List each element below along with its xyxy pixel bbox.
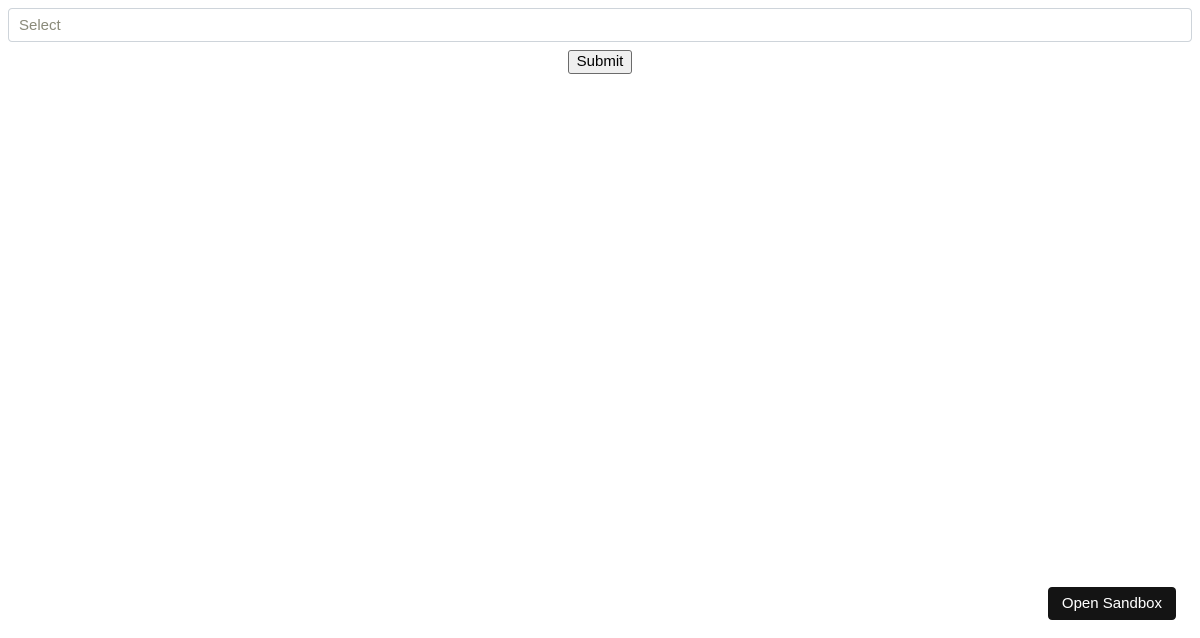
submit-button[interactable]: Submit <box>568 50 633 74</box>
open-sandbox-button[interactable]: Open Sandbox <box>1048 587 1176 620</box>
select-input[interactable] <box>8 8 1192 42</box>
form-container: Submit <box>0 8 1200 74</box>
